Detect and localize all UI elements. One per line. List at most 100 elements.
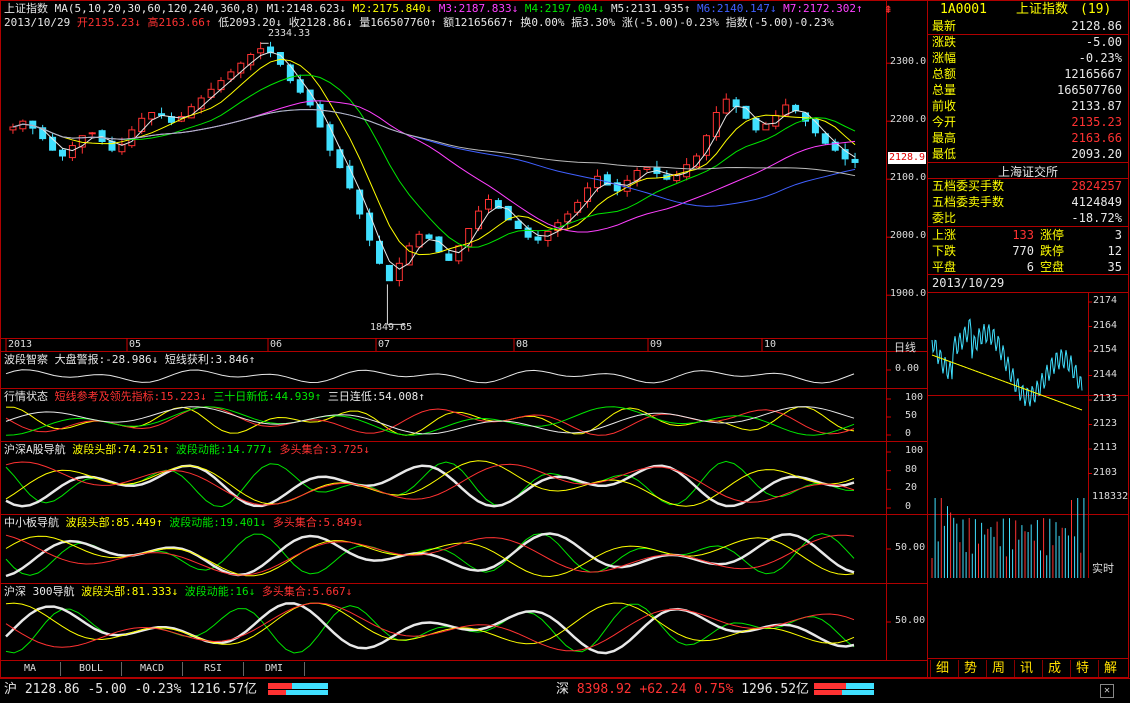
month-label: 09	[650, 339, 663, 350]
quote-row: 最高 2163.66	[930, 130, 1126, 146]
candle-body	[58, 149, 66, 157]
side-tab[interactable]: 讯	[1014, 660, 1038, 677]
quote-label: 今开	[932, 115, 957, 129]
sh-pct: -0.23%	[134, 682, 182, 697]
turnover-label: 换0.00%	[520, 16, 565, 29]
panel-tick-label: 100	[905, 392, 924, 403]
month-label: 2013	[8, 339, 33, 350]
breadth-value: 12	[1107, 244, 1122, 258]
quote-label: 最新	[932, 19, 957, 33]
ma-value: M2:2175.840↓	[352, 2, 439, 15]
ohlc-header: 2013/10/29 开2135.23↓ 高2163.66↑ 低2093.20↓…	[4, 16, 834, 29]
breadth-label: 空盘	[1040, 260, 1065, 274]
panel-tick-label: 0	[905, 501, 912, 512]
quote-title: 1A0001 上证指数 (19)	[930, 2, 1126, 18]
tab-ma[interactable]: MA	[0, 662, 61, 676]
quote-row: 总量 166507760	[930, 82, 1126, 98]
sh-change: -5.00	[87, 682, 127, 697]
low-mark-label: 1849.65	[370, 322, 413, 333]
order-book-label: 五档委买手数	[932, 179, 1005, 193]
breadth-row: 平盘 6 空盘 35	[930, 259, 1126, 275]
panel-indicator-value: 多头集合:3.725↓	[279, 443, 370, 456]
indicator-line	[5, 369, 855, 384]
panel-name: 沪深A股导航	[4, 443, 73, 456]
panel-indicator-value: 波段动能:19.401↓	[169, 516, 273, 529]
panel-title: 沪深A股导航 波段头部:74.251↑ 波段动能:14.777↓ 多头集合:3.…	[4, 443, 370, 456]
order-book-value: -18.72%	[1071, 211, 1122, 225]
candle-body	[217, 80, 225, 91]
panel-tick-label: 0	[905, 428, 912, 439]
sz-pct: 0.75%	[694, 682, 734, 697]
y-tick-label: 1900.0	[890, 288, 927, 300]
quote-label: 总量	[932, 83, 957, 97]
candle-body	[138, 117, 146, 133]
order-book-row: 委比 -18.72%	[930, 210, 1126, 226]
side-tab[interactable]: 细	[930, 660, 954, 677]
breadth-value: 3	[1114, 228, 1122, 242]
sz-change: +62.24	[639, 682, 687, 697]
intraday-tick-label: 2174	[1093, 295, 1118, 306]
sz-label: 深	[556, 682, 570, 697]
date-label: 2013/10/29	[4, 16, 71, 29]
high-mark-label: 2334.33	[268, 28, 311, 39]
realtime-label[interactable]: 实时	[1092, 560, 1114, 576]
indicator-line	[5, 406, 855, 435]
stock-code: 1A0001	[940, 2, 987, 17]
tab-dmi[interactable]: DMI	[244, 662, 305, 676]
side-tab[interactable]: 特	[1070, 660, 1094, 677]
panel-name: 行情状态	[4, 390, 55, 403]
quote-row: 涨跌 -5.00	[930, 34, 1126, 50]
breadth-row: 下跌 770 跌停 12	[930, 243, 1126, 259]
side-tab[interactable]: 周	[986, 660, 1010, 677]
breadth-value: 770	[1012, 244, 1034, 258]
ma-line	[12, 51, 856, 270]
tab-macd[interactable]: MACD	[122, 662, 183, 676]
panel-title: 沪深 300导航 波段头部:81.333↓ 波段动能:16↓ 多头集合:5.66…	[4, 585, 352, 598]
quote-value: 12165667	[1064, 67, 1122, 81]
panel-name: 沪深 300导航	[4, 585, 82, 598]
quote-value: 2093.20	[1071, 147, 1122, 161]
side-tab[interactable]: 成	[1042, 660, 1066, 677]
indicator-line	[5, 406, 855, 436]
side-tab[interactable]: 解	[1098, 660, 1122, 677]
candle-body	[484, 199, 492, 210]
volume-label: 量166507760↑	[359, 16, 437, 29]
intraday-tick-label: 2123	[1093, 417, 1118, 429]
tab-rsi[interactable]: RSI	[183, 662, 244, 676]
candle-body	[227, 71, 235, 80]
period-label[interactable]: 日线	[894, 339, 916, 355]
side-tab[interactable]: 势	[958, 660, 982, 677]
panel-indicator-value: 多头集合:5.849↓	[272, 516, 364, 529]
stock-name: 上证指数	[1016, 2, 1069, 17]
sh-label: 沪	[4, 682, 18, 697]
quote-row: 前收 2133.87	[930, 98, 1126, 114]
quote-label: 总额	[932, 67, 957, 81]
tab-boll[interactable]: BOLL	[61, 662, 122, 676]
candles	[9, 41, 859, 287]
quote-row: 最新 2128.86	[930, 18, 1126, 34]
month-label: 07	[378, 339, 391, 350]
candle-body	[455, 245, 463, 262]
sz-breadth-bar	[814, 683, 874, 695]
open-label: 开2135.23↓	[76, 16, 141, 29]
breadth-label: 上涨	[932, 228, 957, 242]
scroll-up-icon[interactable]: ⇞	[884, 1, 892, 17]
candle-body	[415, 233, 423, 248]
month-label: 08	[516, 339, 529, 350]
ma-params: MA(5,10,20,30,60,120,240,360,8)	[54, 2, 260, 15]
index-name: 上证指数	[4, 2, 48, 15]
quote-value: 2135.23	[1071, 115, 1122, 129]
breadth-label: 平盘	[932, 260, 957, 274]
ma-value: M5:2131.935↑	[610, 2, 698, 15]
quote-label: 前收	[932, 99, 957, 113]
indicator-line	[5, 602, 855, 652]
panel-tick-label: 50.00	[895, 542, 926, 553]
order-book-label: 委比	[932, 211, 957, 225]
panel-indicator-value: 多头集合:5.667↓	[261, 585, 353, 598]
panel-tick-label: 50	[905, 410, 918, 421]
panel-indicator-value: 三十日新低:44.939↑	[213, 390, 328, 403]
panel-tick-label: 50.00	[895, 615, 926, 626]
sz-amount: 1296.52亿	[741, 682, 810, 697]
close-icon[interactable]: ✕	[1100, 684, 1114, 698]
high-label: 高2163.66↑	[147, 16, 212, 29]
